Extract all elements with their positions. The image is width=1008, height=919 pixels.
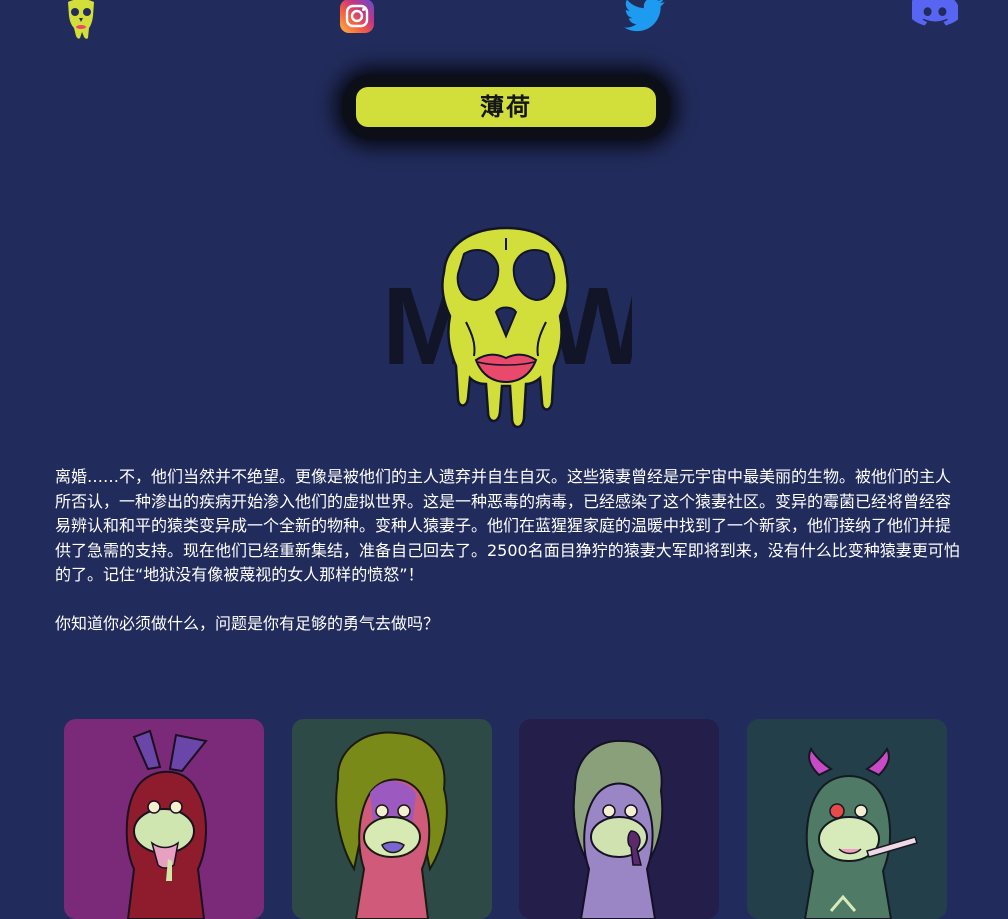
skull-logo-icon bbox=[68, 0, 94, 39]
ape-card-horned[interactable] bbox=[747, 719, 947, 919]
bunny-ear-mutant-ape-art bbox=[64, 719, 264, 919]
story-paragraph: 离婚……不，他们当然并不绝望。更像是被他们的主人遗弃并自生自灭。这些猿妻曾经是元… bbox=[55, 467, 960, 584]
story-section: 离婚……不，他们当然并不绝望。更像是被他们的主人遗弃并自生自灭。这些猿妻曾经是元… bbox=[55, 465, 960, 636]
title-pill-frame: 薄荷 bbox=[342, 74, 670, 140]
instagram-icon bbox=[340, 0, 374, 33]
instagram-link[interactable] bbox=[339, 0, 375, 34]
wavy-hair-mutant-ape-art bbox=[292, 719, 492, 919]
twitter-icon bbox=[624, 0, 665, 32]
discord-icon bbox=[912, 0, 958, 26]
horned-mutant-ape-art bbox=[747, 719, 947, 919]
collection-title-button[interactable]: 薄荷 bbox=[356, 87, 656, 127]
ape-card-silver-hair[interactable] bbox=[519, 719, 719, 919]
twitter-link[interactable] bbox=[624, 0, 666, 32]
hero-logo: M W bbox=[380, 226, 650, 432]
story-question: 你知道你必须做什么，问题是你有足够的勇气去做吗？ bbox=[55, 613, 440, 633]
ape-card-bunny[interactable] bbox=[64, 719, 264, 919]
drip-skull-lips-logo: M W bbox=[382, 226, 650, 429]
silver-hair-mutant-ape-art bbox=[519, 719, 719, 919]
top-nav bbox=[0, 0, 1008, 44]
discord-link[interactable] bbox=[912, 0, 958, 30]
ape-card-wavy-hair[interactable] bbox=[292, 719, 492, 919]
home-logo-link[interactable] bbox=[64, 0, 98, 40]
